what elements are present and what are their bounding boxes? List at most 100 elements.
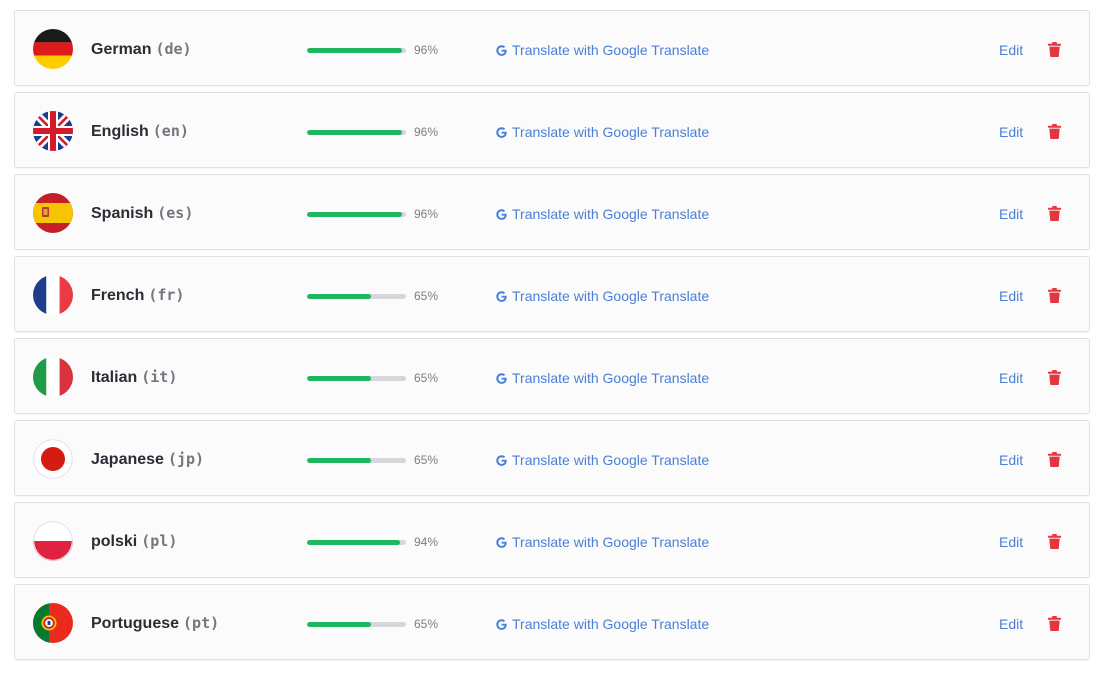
trash-icon[interactable] — [1048, 288, 1061, 303]
progress-bar-fill — [307, 212, 403, 217]
google-translate-label: Translate with Google Translate — [512, 42, 710, 58]
trash-icon[interactable] — [1048, 124, 1061, 139]
language-name-text: German — [91, 41, 152, 58]
uk-flag-icon — [33, 111, 73, 151]
edit-link[interactable]: Edit — [999, 368, 1023, 388]
language-row: Spanish (es) 96% Translate with Google Tran… — [14, 174, 1090, 250]
language-name: English (en) — [91, 120, 189, 143]
germany-flag-icon — [33, 29, 73, 69]
google-icon — [495, 288, 512, 304]
google-translate-label: Translate with Google Translate — [512, 124, 710, 140]
edit-link[interactable]: Edit — [999, 532, 1023, 552]
language-row: German (de) 96% Translate with Google Trans… — [14, 10, 1090, 86]
language-name: polski (pl) — [91, 530, 177, 553]
france-flag-icon — [33, 275, 73, 315]
edit-link[interactable]: Edit — [999, 286, 1023, 306]
language-name: Spanish (es) — [91, 202, 193, 225]
edit-link[interactable]: Edit — [999, 40, 1023, 60]
progress-bar — [307, 48, 406, 53]
progress-bar-fill — [307, 540, 401, 545]
language-row: Portuguese (pt) 65% Translate with Google T… — [14, 584, 1090, 660]
google-icon — [495, 124, 512, 140]
progress-bar — [307, 130, 406, 135]
progress-percent: 65% — [414, 289, 439, 303]
edit-link[interactable]: Edit — [999, 614, 1023, 634]
language-name-text: Japanese — [91, 451, 164, 468]
google-translate-label: Translate with Google Translate — [512, 452, 710, 468]
google-translate-link[interactable]: Translate with Google Translate — [495, 532, 709, 552]
google-translate-label: Translate with Google Translate — [512, 288, 710, 304]
language-name-text: French — [91, 287, 145, 304]
language-name: Portuguese (pt) — [91, 612, 219, 635]
google-translate-link[interactable]: Translate with Google Translate — [495, 368, 709, 388]
google-translate-label: Translate with Google Translate — [512, 206, 710, 222]
language-code: (pl) — [141, 532, 178, 550]
language-name-text: Italian — [91, 369, 138, 386]
progress-bar-fill — [307, 48, 403, 53]
edit-link[interactable]: Edit — [999, 122, 1023, 142]
language-row: Japanese (jp) 65% Translate with Google Tra… — [14, 420, 1090, 496]
language-row: Italian (it) 65% Translate with Google Tran… — [14, 338, 1090, 414]
language-name-text: polski — [91, 533, 138, 550]
language-code: (fr) — [148, 286, 185, 304]
language-list: German (de) 96% Translate with Google Trans… — [14, 10, 1090, 666]
progress-bar — [307, 376, 406, 381]
language-name-text: Spanish — [91, 205, 154, 222]
progress-percent: 94% — [414, 535, 439, 549]
google-translate-label: Translate with Google Translate — [512, 616, 710, 632]
language-row: English (en) 96% Translate with Google Tran… — [14, 92, 1090, 168]
language-name-text: English — [91, 123, 149, 140]
google-translate-link[interactable]: Translate with Google Translate — [495, 40, 709, 60]
poland-flag-icon — [33, 521, 73, 561]
progress-bar — [307, 212, 406, 217]
google-translate-label: Translate with Google Translate — [512, 370, 710, 386]
language-name: French (fr) — [91, 284, 184, 307]
progress-bar-fill — [307, 376, 372, 381]
progress-percent: 65% — [414, 453, 439, 467]
google-translate-link[interactable]: Translate with Google Translate — [495, 286, 709, 306]
language-name: Italian (it) — [91, 366, 177, 389]
google-translate-link[interactable]: Translate with Google Translate — [495, 450, 709, 470]
edit-link[interactable]: Edit — [999, 450, 1023, 470]
google-translate-link[interactable]: Translate with Google Translate — [495, 204, 709, 224]
edit-link[interactable]: Edit — [999, 204, 1023, 224]
progress-percent: 96% — [414, 207, 439, 221]
google-icon — [495, 42, 512, 58]
spain-flag-icon — [33, 193, 73, 233]
language-row: French (fr) 65% Translate with Google Trans… — [14, 256, 1090, 332]
portugal-flag-icon — [33, 603, 73, 643]
language-code: (jp) — [167, 450, 205, 468]
google-icon — [495, 452, 512, 468]
language-code: (de) — [155, 40, 192, 58]
language-name: Japanese (jp) — [91, 448, 204, 471]
progress-bar — [307, 294, 406, 299]
japan-flag-icon — [33, 439, 73, 479]
progress-percent: 96% — [414, 43, 439, 57]
google-translate-label: Translate with Google Translate — [512, 534, 710, 550]
language-code: (it) — [141, 368, 178, 386]
progress-percent: 65% — [414, 617, 439, 631]
google-icon — [495, 370, 512, 386]
language-code: (es) — [157, 204, 194, 222]
language-name-text: Portuguese — [91, 615, 180, 632]
progress-percent: 65% — [414, 371, 439, 385]
google-translate-link[interactable]: Translate with Google Translate — [495, 122, 709, 142]
trash-icon[interactable] — [1048, 370, 1061, 385]
progress-bar — [307, 458, 406, 463]
progress-bar — [307, 540, 406, 545]
progress-bar — [307, 622, 406, 627]
trash-icon[interactable] — [1048, 452, 1061, 467]
language-code: (en) — [152, 122, 189, 140]
trash-icon[interactable] — [1048, 42, 1061, 57]
italy-flag-icon — [33, 357, 73, 397]
progress-bar-fill — [307, 622, 372, 627]
trash-icon[interactable] — [1048, 534, 1061, 549]
google-icon — [495, 616, 512, 632]
progress-bar-fill — [307, 294, 372, 299]
progress-bar-fill — [307, 458, 372, 463]
language-name: German (de) — [91, 38, 192, 61]
google-translate-link[interactable]: Translate with Google Translate — [495, 614, 709, 634]
trash-icon[interactable] — [1048, 206, 1061, 221]
trash-icon[interactable] — [1048, 616, 1061, 631]
progress-bar-fill — [307, 130, 403, 135]
